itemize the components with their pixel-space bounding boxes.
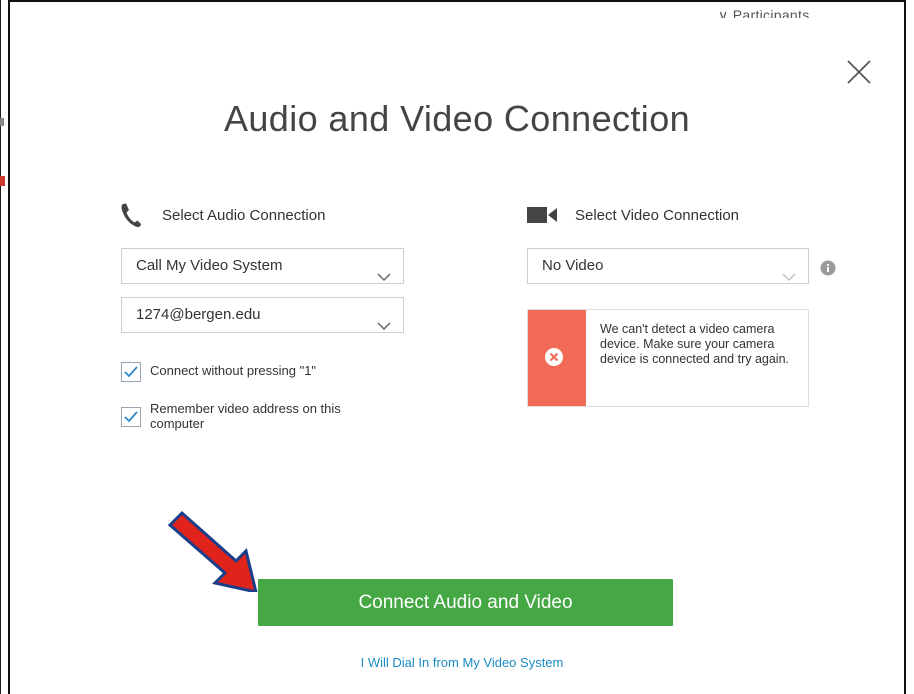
participants-label: Participants: [732, 7, 810, 18]
video-connection-value: No Video: [542, 257, 604, 274]
phone-icon: [120, 202, 142, 228]
video-address-select[interactable]: 1274@bergen.edu: [121, 297, 404, 333]
checkbox-label: Connect without pressing "1": [150, 363, 317, 378]
connect-audio-video-button[interactable]: Connect Audio and Video: [258, 579, 673, 626]
alert-bar: [528, 310, 586, 406]
remember-address-checkbox[interactable]: [121, 407, 141, 427]
chevron-down-icon: [377, 261, 391, 282]
gutter-mark: [0, 176, 5, 186]
alert-message: We can't detect a video camera device. M…: [600, 322, 790, 366]
info-icon[interactable]: [820, 260, 836, 276]
connect-without-pressing-checkbox[interactable]: [121, 362, 141, 382]
dial-in-link[interactable]: I Will Dial In from My Video System: [0, 655, 914, 670]
chevron-down-icon: [377, 310, 391, 331]
dialog-title: Audio and Video Connection: [223, 98, 691, 139]
video-address-value: 1274@bergen.edu: [136, 306, 261, 323]
camera-icon: [527, 206, 557, 224]
video-heading: Select Video Connection: [575, 207, 740, 224]
audio-heading: Select Audio Connection: [162, 207, 326, 224]
video-connection-select[interactable]: No Video: [527, 248, 809, 284]
participants-tab[interactable]: ∨ Participants: [718, 6, 810, 18]
error-x-icon: [544, 347, 564, 367]
chevron-icon: ∨: [718, 7, 729, 18]
camera-error-alert: We can't detect a video camera device. M…: [527, 309, 809, 407]
audio-connection-value: Call My Video System: [136, 257, 283, 274]
chevron-down-icon: [782, 261, 796, 282]
checkbox-label: Remember video address on this computer: [150, 401, 341, 431]
close-icon[interactable]: [845, 58, 873, 86]
audio-connection-select[interactable]: Call My Video System: [121, 248, 404, 284]
red-arrow-icon: [158, 510, 270, 594]
